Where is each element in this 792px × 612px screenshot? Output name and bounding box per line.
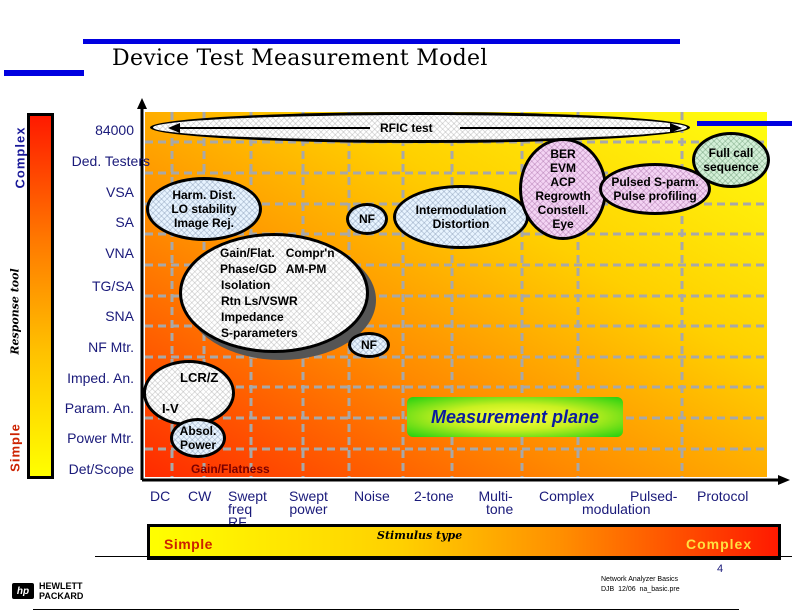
response-tool-label: Param. An.	[64, 400, 134, 416]
ellipse-line: AM-PM	[285, 262, 327, 276]
response-tool-label: SNA	[105, 308, 134, 324]
measurement-plane-label: Measurement plane	[430, 406, 600, 427]
stimulus-line: modulation	[582, 501, 651, 517]
hp-logo-mark-icon: hp	[12, 583, 34, 599]
gain-table: Gain/Flat. Compr'n Phase/GD AM-PM Isolatio…	[220, 245, 336, 341]
footer-course: Network Analyzer Basics	[601, 576, 679, 583]
full-call-sequence-ellipse: Full call sequence	[692, 132, 770, 188]
response-tool-label: Imped. An.	[67, 370, 134, 386]
hp-logo: hp HEWLETT PACKARD	[12, 581, 83, 601]
hp-logo-mark-text: hp	[16, 585, 30, 597]
stimulus-axis-title: Stimulus type	[377, 529, 463, 542]
scale-complex-bottom-label: Complex	[686, 536, 753, 552]
ellipse-line: EVM	[549, 161, 576, 175]
ellipse-line: Pulse profiling	[613, 189, 697, 203]
hp-logo-text: HEWLETT PACKARD	[39, 581, 83, 601]
hp-logo-line: HEWLETT	[39, 581, 83, 591]
harmonic-distortion-ellipse: Harm. Dist. LO stability Image Rej.	[146, 177, 262, 241]
ellipse-line: Distortion	[432, 217, 490, 231]
hp-logo-line: PACKARD	[39, 591, 84, 601]
response-tool-label: TG/SA	[91, 278, 134, 294]
absolute-power-ellipse: Absol. Power	[170, 418, 226, 458]
ellipse-line: Impedance	[221, 310, 284, 324]
stimulus-line: Protocol	[697, 488, 749, 504]
ellipse-line: sequence	[703, 160, 759, 174]
response-tool-label: SA	[115, 214, 134, 230]
gain-phase-ellipse: Gain/Flat. Compr'n Phase/GD AM-PM Isolatio…	[179, 233, 369, 353]
stimulus-line: 2-tone	[414, 488, 454, 504]
gain-flatness-label: Gain/Flatness	[191, 462, 270, 476]
response-tool-label: Det/Scope	[68, 461, 134, 477]
ellipse-line: Image Rej.	[173, 216, 235, 230]
arrow-left-icon	[168, 123, 180, 133]
stimulus-line: tone	[486, 501, 514, 517]
ellipse-line: Eye	[552, 217, 574, 231]
ellipse-line: Constell.	[537, 203, 589, 217]
stimulus-label: 2-tone	[414, 488, 454, 504]
stimulus-label: Noise	[354, 488, 390, 504]
ellipse-line: Isolation	[221, 278, 271, 292]
response-tool-label: VSA	[105, 184, 134, 200]
ellipse-line: Pulsed S-parm.	[611, 175, 699, 189]
stimulus-line: DC	[150, 488, 171, 504]
stimulus-line: CW	[188, 488, 212, 504]
ellipse-line: Regrowth	[535, 189, 591, 203]
ellipse-line: S-parameters	[221, 326, 298, 340]
ellipse-line: Compr'n	[285, 246, 335, 260]
ellipse-line: Power	[179, 438, 216, 452]
response-tool-label: NF Mtr.	[88, 339, 134, 355]
x-axis-arrow-icon	[778, 475, 790, 485]
response-tool-label: VNA	[105, 245, 134, 261]
page-title: Device Test Measurement Model	[112, 46, 488, 71]
stimulus-label: Multi- tone	[478, 489, 514, 517]
ellipse-line: Intermodulation	[415, 203, 507, 217]
stimulus-label: Protocol	[697, 488, 749, 504]
ber-evm-ellipse: BER EVM ACP Regrowth Constell. Eye	[519, 138, 607, 240]
y-axis-arrow-icon	[137, 98, 147, 109]
footer-ref: DJB 12/06 na_basic.pre	[601, 586, 680, 593]
ellipse-line: NF	[361, 338, 377, 352]
ellipse-line: Gain/Flat.	[220, 246, 275, 260]
ellipse-line: Rtn Ls/VSWR	[221, 294, 298, 308]
ellipse-line: Phase/GD	[220, 262, 277, 276]
measurement-plane-box: Measurement plane	[407, 397, 623, 437]
stimulus-label: DC	[150, 488, 171, 504]
footer-rule-top	[95, 556, 792, 557]
ellipse-line: Full call	[708, 146, 754, 160]
right-accent-bar-end	[768, 121, 792, 126]
iv-label: I-V	[162, 401, 179, 416]
stimulus-label: modulation	[582, 501, 651, 517]
rfic-test-label: RFIC test	[380, 121, 433, 135]
ellipse-line: LO stability	[171, 202, 237, 216]
title-rule-top	[83, 39, 680, 44]
stimulus-label: CW	[188, 488, 212, 504]
arrow-right-icon	[670, 123, 682, 133]
intermodulation-ellipse: Intermodulation Distortion	[393, 185, 529, 249]
footer-rule-bottom	[33, 609, 739, 610]
ellipse-line: NF	[359, 212, 375, 226]
stimulus-label: Swept power	[289, 489, 328, 517]
scale-simple-bottom-label: Simple	[164, 536, 213, 552]
response-tool-label: 84000	[95, 122, 134, 138]
title-rule-left	[4, 70, 84, 76]
lcrz-label: LCR/Z	[180, 370, 219, 385]
ellipse-line: BER	[550, 147, 576, 161]
ellipse-line: Harm. Dist.	[172, 188, 236, 202]
nf-ellipse-mid: NF	[348, 332, 390, 358]
ellipse-line: ACP	[550, 175, 576, 189]
page-number: 4	[717, 563, 724, 575]
stimulus-line: power	[289, 501, 328, 517]
response-tool-label: Power Mtr.	[67, 430, 134, 446]
response-tool-label: Ded. Testers	[71, 153, 150, 169]
nf-ellipse-top: NF	[346, 203, 388, 235]
stimulus-line: Noise	[354, 488, 390, 504]
ellipse-line: Absol.	[179, 424, 217, 438]
